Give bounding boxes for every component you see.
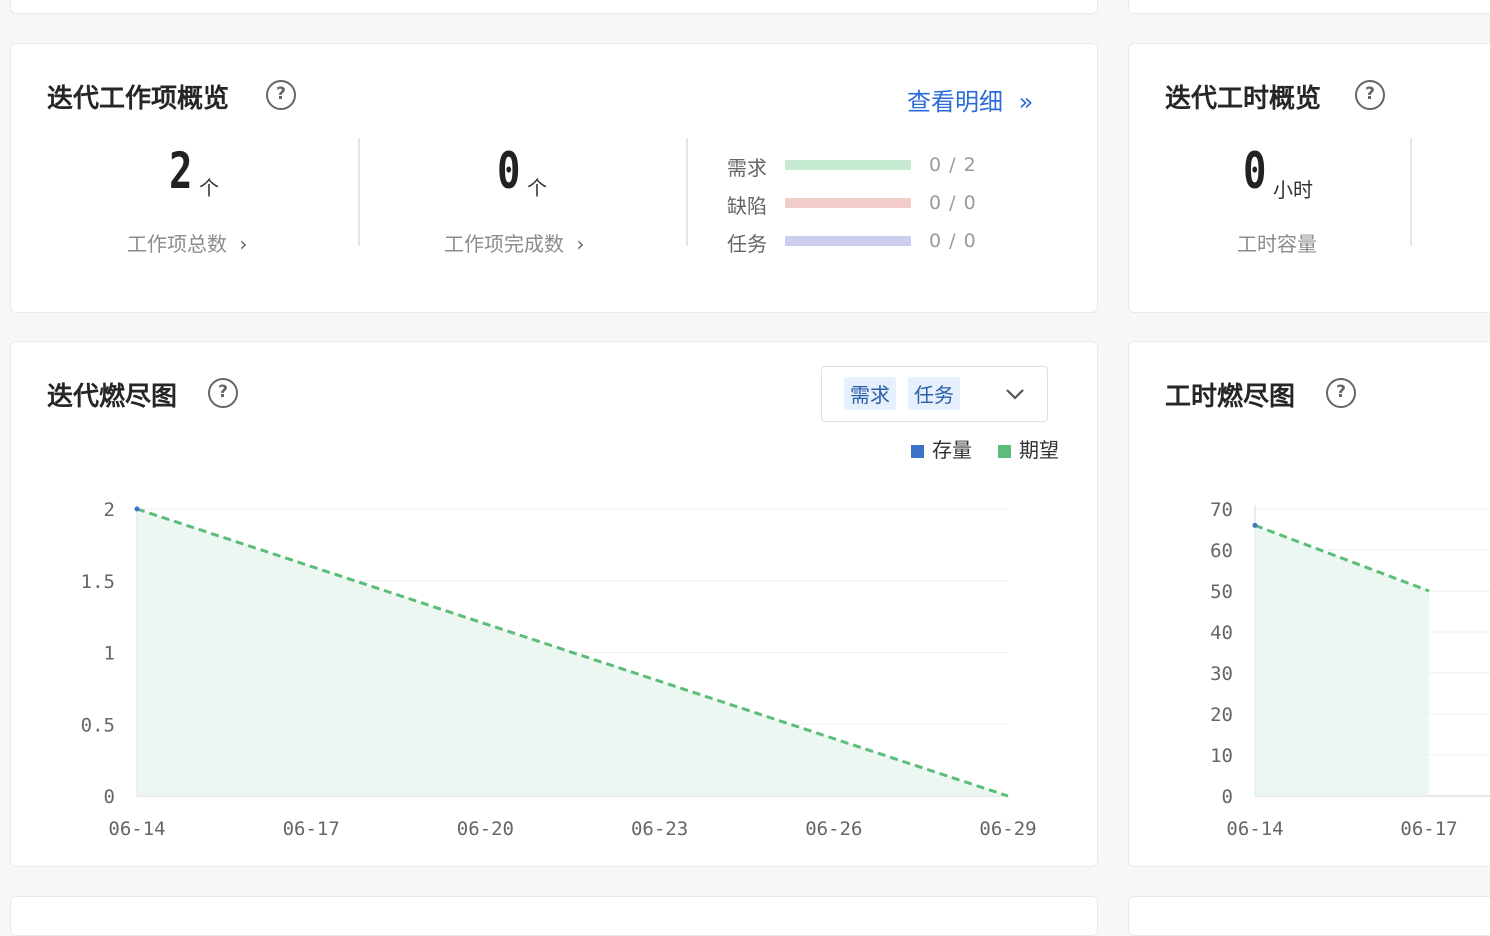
hours-overview-title: 迭代工时概览 [1165,84,1322,114]
double-chevron-right-icon: » [1018,88,1034,116]
y-tick-label: 20 [1210,704,1233,726]
y-tick-label: 50 [1210,581,1233,603]
done-label-link[interactable]: 工作项完成数 › [444,228,584,257]
bar-bug [785,198,911,208]
y-tick-label: 30 [1210,663,1233,685]
x-tick-label: 06-23 [631,818,688,840]
y-tick-label: 10 [1210,745,1233,767]
x-tick-label: 06-17 [283,818,340,840]
bar-label-bug: 缺陷 [727,194,767,218]
chevron-right-icon: › [239,232,248,256]
y-tick-label: 2 [104,499,115,521]
x-tick-label: 06-17 [1400,818,1457,840]
capacity-value: 0 [1243,142,1267,200]
done-unit: 个 [527,176,547,200]
chevron-right-icon: › [576,232,585,256]
hours-overview-card: 迭代工时概览 ? 0 小时 工时容量 [1128,43,1490,313]
overview-title: 迭代工作项概览 [47,84,230,114]
hours-burndown-card: 工时燃尽图 ? 70 60 50 40 30 20 10 0 06-14 06-17 [1128,341,1490,867]
capacity-unit: 小时 [1273,178,1313,202]
y-tick-label: 40 [1210,622,1233,644]
hours-burndown-chart: 70 60 50 40 30 20 10 0 06-14 06-17 [1210,499,1490,840]
bottom-card-partial [10,896,1098,936]
bar-task [785,236,911,246]
bar-story [785,160,911,170]
y-tick-label: 60 [1210,540,1233,562]
x-tick-label: 06-14 [108,818,165,840]
y-tick-label: 70 [1210,499,1233,521]
divider [358,138,360,246]
bar-value-story: 0 / 2 [929,154,977,176]
bar-label-story: 需求 [727,156,767,180]
y-tick-label: 0.5 [81,714,115,736]
burndown-card: 迭代燃尽图 ? 需求 任务 存量 期望 2 1.5 1 0.5 0 06-14 06-17 0… [10,341,1098,867]
view-detail-label: 查看明细 [907,88,1003,116]
start-point [1252,522,1258,528]
burndown-chart: 2 1.5 1 0.5 0 06-14 06-17 06-20 06-23 06-26 06-29 [81,499,1037,840]
y-tick-label: 0 [104,786,115,808]
x-tick-label: 06-20 [457,818,514,840]
bar-label-task: 任务 [727,232,767,256]
help-icon[interactable]: ? [1355,80,1385,110]
x-tick-label: 06-14 [1226,818,1283,840]
overview-card: 迭代工作项概览 ? 查看明细 » 2 个 工作项总数 › 0 个 工作项完成数 … [10,43,1098,313]
done-count: 0 [497,142,521,200]
y-tick-label: 0 [1222,786,1233,808]
top-card-partial [10,0,1098,14]
view-detail-link[interactable]: 查看明细 » [907,82,1033,117]
bar-value-task: 0 / 0 [929,230,977,252]
y-tick-label: 1.5 [81,571,115,593]
done-label: 工作项完成数 [444,232,564,256]
stock-point [134,506,140,512]
total-unit: 个 [199,176,219,200]
y-tick-label: 1 [104,643,115,665]
divider [1410,138,1412,246]
x-tick-label: 06-26 [805,818,862,840]
help-icon[interactable]: ? [266,80,296,110]
total-label-link[interactable]: 工作项总数 › [127,228,247,257]
total-count: 2 [169,142,193,200]
capacity-label: 工时容量 [1237,232,1317,256]
x-tick-label: 06-29 [979,818,1036,840]
bottom-card-partial-right [1128,896,1490,936]
bar-value-bug: 0 / 0 [929,192,977,214]
divider [686,138,688,246]
total-label: 工作项总数 [127,232,227,256]
expected-area [1255,525,1429,796]
top-card-partial-right [1128,0,1490,14]
